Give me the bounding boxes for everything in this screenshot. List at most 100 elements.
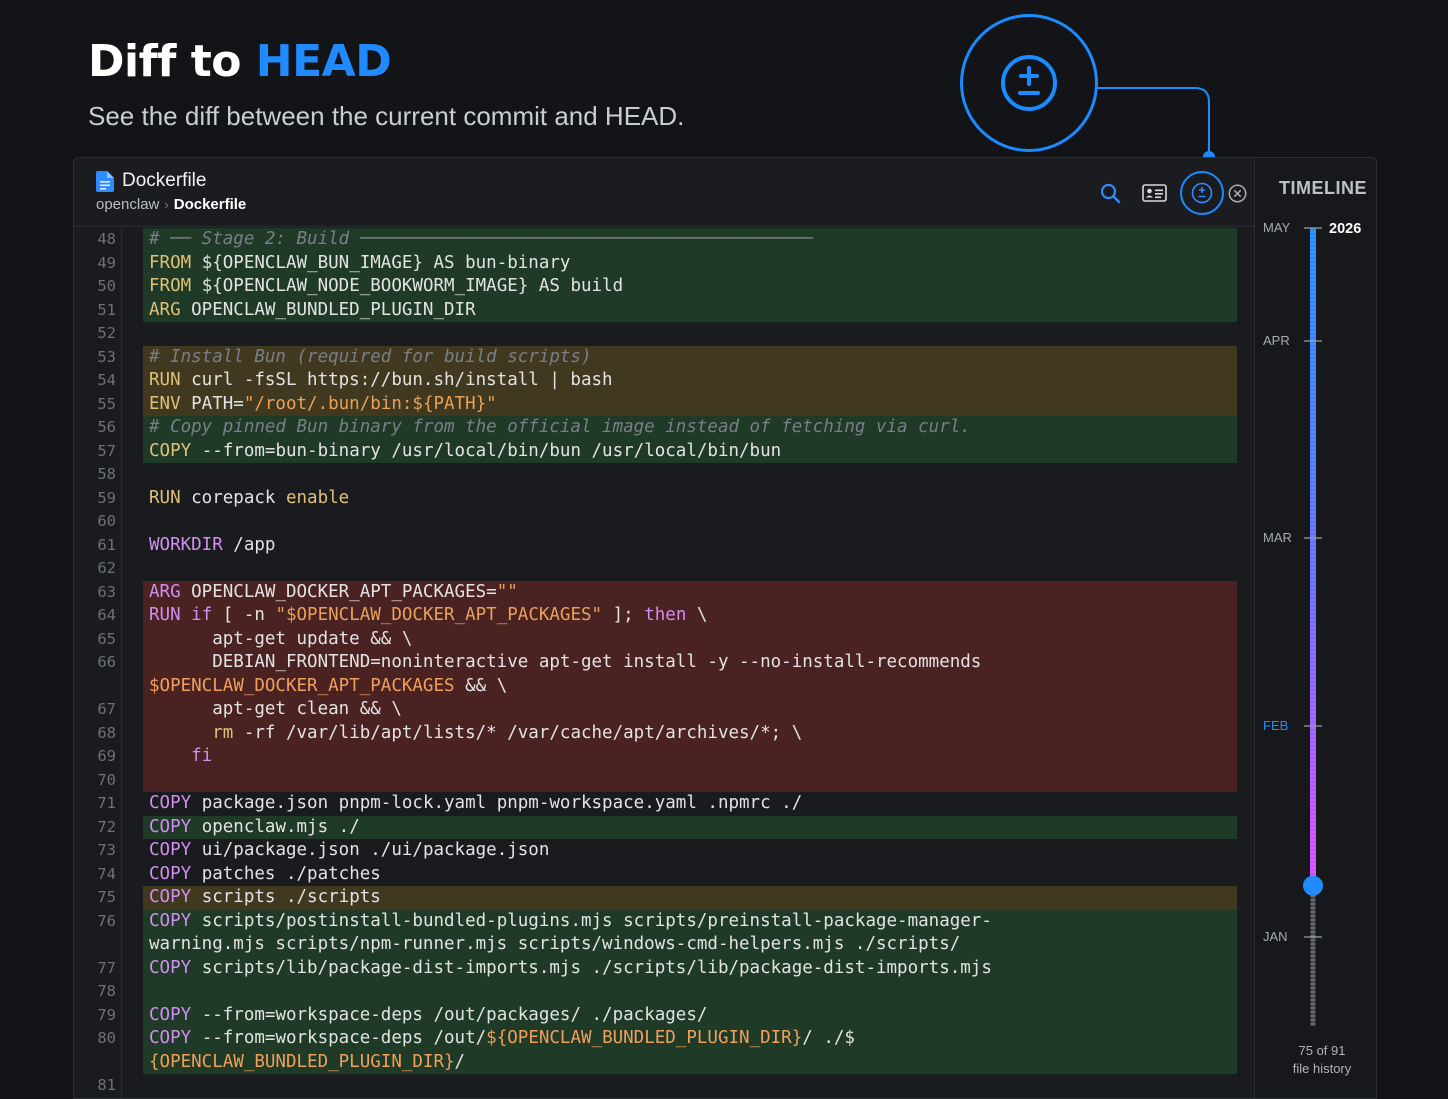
code-line[interactable]: 49 FROM ${OPENCLAW_BUN_IMAGE} AS bun-bina… [74,251,1254,276]
file-icon [96,170,114,192]
diff-to-head-button[interactable] [1180,171,1224,215]
line-text: WORKDIR /app [149,534,1237,558]
code-line[interactable]: 73 COPY ui/package.json ./ui/package.json [74,839,1254,863]
code-line[interactable]: 65 apt-get update && \ [74,627,1254,651]
code-token: RUN [149,370,181,390]
code-token: DEBIAN_FRONTEND=noninteractive apt-get i… [149,652,982,672]
line-text: $OPENCLAW_DOCKER_APT_PACKAGES && \ [149,675,1237,699]
code-line[interactable]: 52 [74,322,1254,346]
code-line[interactable]: 56 # Copy pinned Bun binary from the offi… [74,416,1254,440]
code-line[interactable]: 51 ARG OPENCLAW_BUNDLED_PLUGIN_DIR [74,298,1254,323]
code-line[interactable]: 79 COPY --from=workspace-deps /out/packag… [74,1003,1254,1027]
code-line[interactable]: {OPENCLAW_BUNDLED_PLUGIN_DIR}/ [74,1050,1254,1075]
code-line[interactable]: 74 COPY patches ./patches [74,863,1254,887]
code-editor: Dockerfile openclaw › Dockerfile 48 # ──… [74,158,1254,1098]
code-token: "$OPENCLAW_DOCKER_APT_PACKAGES" [275,605,603,625]
code-token: / [454,1051,466,1072]
code-line[interactable]: 80 COPY --from=workspace-deps /out/${OPEN… [74,1027,1254,1051]
code-line[interactable]: 76 COPY scripts/postinstall-bundled-plugi… [74,909,1254,933]
timeline-caption: file history [1292,1061,1352,1076]
code-line[interactable]: 61 WORKDIR /app [74,534,1254,558]
line-number: 66 [97,653,116,671]
line-text: COPY --from=workspace-deps /out/${OPENCL… [149,1027,1237,1051]
breadcrumb-separator: › [164,197,169,212]
code-token: enable [285,487,350,508]
code-line[interactable]: $OPENCLAW_DOCKER_APT_PACKAGES && \ [74,674,1254,699]
line-number: 71 [97,794,116,812]
code-line[interactable]: 50 FROM ${OPENCLAW_NODE_BOOKWORM_IMAGE} A… [74,275,1254,299]
code-line[interactable]: 64 RUN if [ -n "$OPENCLAW_DOCKER_APT_PACK… [74,604,1254,628]
code-line[interactable]: 48 # ── Stage 2: Build ──────────────────… [74,228,1254,252]
code-line[interactable]: 59 RUN corepack enable [74,487,1254,511]
code-line[interactable]: warning.mjs scripts/npm-runner.mjs scrip… [74,933,1254,957]
diff-del-highlight [143,768,1237,792]
line-number: 59 [97,488,116,507]
code-token: PATH= [180,393,244,414]
line-text: DEBIAN_FRONTEND=noninteractive apt-get i… [149,651,1237,675]
breadcrumb-item-file[interactable]: Dockerfile [174,196,247,213]
code-line[interactable]: 55 ENV PATH="/root/.bun/bin:${PATH}" [74,392,1254,416]
line-number: 50 [97,277,116,295]
code-token: if [191,605,213,625]
search-icon [1100,183,1120,203]
timeline-track[interactable] [1255,158,1377,1098]
code-token: --from=bun-binary /usr/local/bin/bun /us… [191,440,782,461]
code-line[interactable]: 66 DEBIAN_FRONTEND=noninteractive apt-ge… [74,651,1254,675]
line-text: COPY ui/package.json ./ui/package.json [149,839,1237,863]
line-text: ARG OPENCLAW_DOCKER_APT_PACKAGES="" [149,581,1237,605]
code-token: ${OPENCLAW_BUN_IMAGE} AS bun-binary [191,252,571,273]
line-text: FROM ${OPENCLAW_BUN_IMAGE} AS bun-binary [149,252,1237,276]
code-line[interactable]: 58 [74,463,1254,487]
line-number: 52 [97,324,116,342]
line-number: 67 [97,700,116,718]
code-line[interactable]: 70 [74,768,1254,792]
code-token: apt-get clean && \ [149,699,402,719]
line-text: rm -rf /var/lib/apt/lists/* /var/cache/a… [149,722,1237,746]
search-button[interactable] [1099,176,1121,210]
code-token: ENV [149,393,181,414]
code-token: COPY [149,1004,192,1025]
code-line[interactable]: 78 [74,980,1254,1004]
code-token: ]; [602,605,645,625]
code-line[interactable]: 57 COPY --from=bun-binary /usr/local/bin/… [74,439,1254,463]
line-text: {OPENCLAW_BUNDLED_PLUGIN_DIR}/ [149,1051,1237,1075]
code-token: COPY [149,440,192,461]
code-token: OPENCLAW_DOCKER_APT_PACKAGES= [180,581,497,602]
line-number: 78 [97,982,116,1000]
code-token: COPY [149,840,192,860]
line-number: 51 [97,300,116,319]
code-line[interactable]: 54 RUN curl -fsSL https://bun.sh/install … [74,369,1254,393]
headline-accent: HEAD [255,36,392,87]
line-text: ARG OPENCLAW_BUNDLED_PLUGIN_DIR [149,299,1237,323]
code-line[interactable]: 75 COPY scripts ./scripts [74,886,1254,910]
code-token: # ── Stage 2: Build ────────────────────… [149,229,813,249]
code-line[interactable]: 72 COPY openclaw.mjs ./ [74,815,1254,839]
code-token: ${OPENCLAW_BUNDLED_PLUGIN_DIR} [486,1028,803,1048]
code-token: COPY [149,863,192,884]
code-line[interactable]: 67 apt-get clean && \ [74,698,1254,722]
timeline-handle[interactable] [1303,875,1323,896]
code-token: OPENCLAW_BUNDLED_PLUGIN_DIR [180,299,476,320]
line-number: 74 [97,864,116,883]
code-line[interactable]: 53 # Install Bun (required for build scri… [74,345,1254,369]
code-token: ARG [149,299,181,320]
code-token: COPY [149,910,192,931]
line-text: COPY patches ./patches [149,863,1237,887]
code-line[interactable]: 69 fi [74,745,1254,769]
code-line[interactable]: 71 COPY package.json pnpm-lock.yaml pnpm-… [74,792,1254,816]
line-text: RUN corepack enable [149,487,1237,511]
code-line[interactable]: 68 rm -rf /var/lib/apt/lists/* /var/cach… [74,721,1254,746]
breadcrumb-item-repo[interactable]: openclaw [96,196,159,213]
close-button[interactable] [1226,176,1248,210]
code-token: FROM [149,276,192,296]
code-line[interactable]: 60 [74,510,1254,534]
code-line[interactable]: 62 [74,557,1254,581]
code-line[interactable]: 63 ARG OPENCLAW_DOCKER_APT_PACKAGES="" [74,580,1254,605]
line-number: 56 [97,418,116,436]
code-token: COPY [149,816,192,837]
line-number: 58 [97,465,116,483]
code-token: RUN [149,605,181,625]
code-token: && \ [454,675,508,696]
code-line[interactable]: 77 COPY scripts/lib/package-dist-imports.… [74,956,1254,980]
blame-button[interactable] [1141,176,1167,210]
